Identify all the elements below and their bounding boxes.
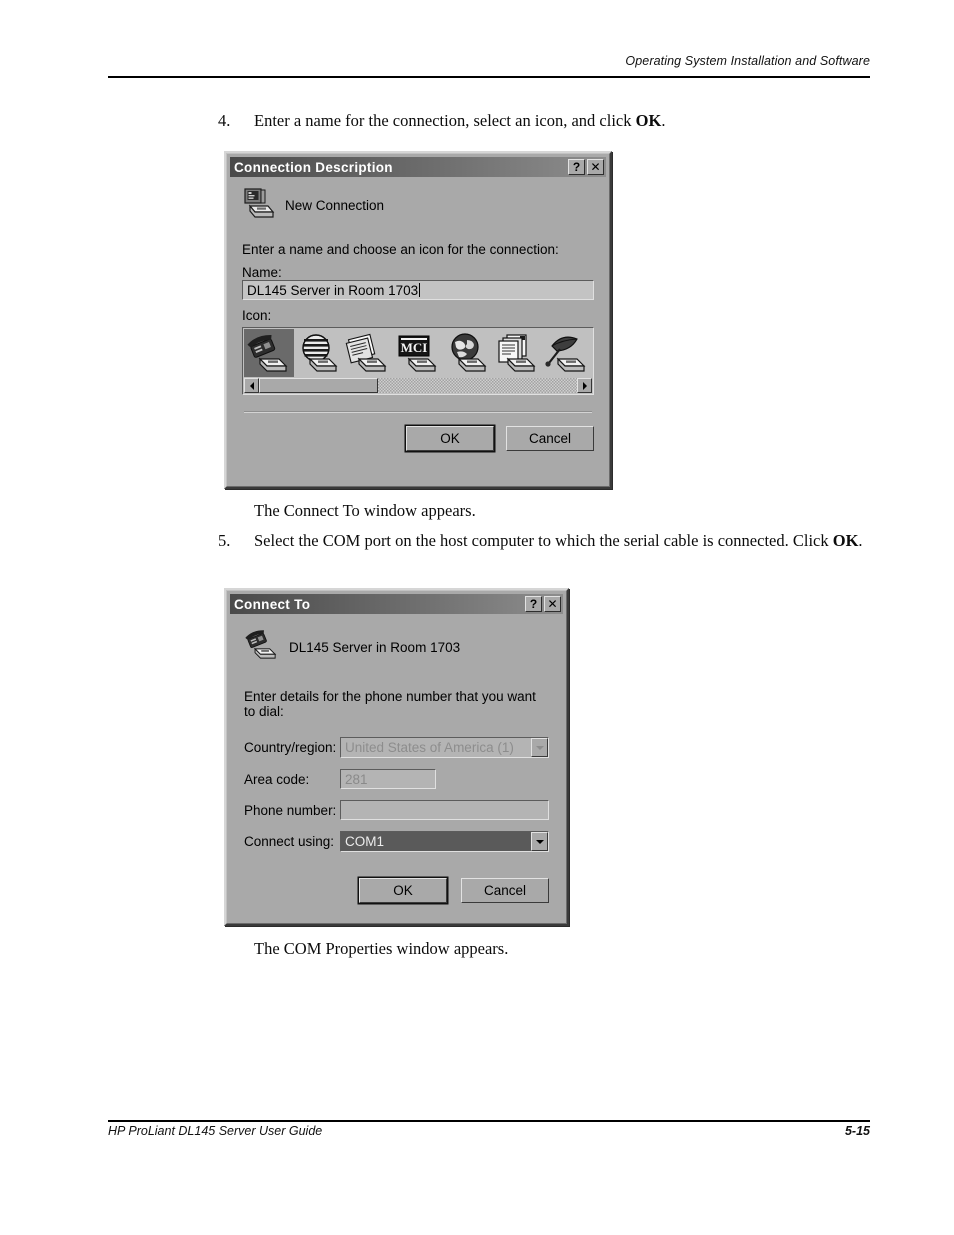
icon-option-mci-modem[interactable]: MCI [393,329,443,377]
dialog-header-row: New Connection [242,187,594,224]
connect-using-value: COM1 [341,832,531,851]
step-5-text-after: . [858,531,863,550]
footer-page-number: 5-15 [844,1124,870,1138]
telephone-modem-icon [244,628,280,667]
caption-com-properties-appears: The COM Properties window appears. [254,939,509,958]
dialog-prompt: Enter a name and choose an icon for the … [242,242,559,257]
titlebar[interactable]: Connection Description ? ✕ [230,157,606,177]
header-title: Operating System Installation and Softwa… [625,54,870,68]
country-region-combo[interactable]: United States of America (1) [340,737,549,758]
scroll-right-arrow-icon[interactable] [577,378,592,393]
step-4-number: 4. [218,111,231,130]
step-4-text: Enter a name for the connection, select … [254,110,878,131]
chevron-down-icon[interactable] [531,832,548,851]
world-network-modem-icon [451,333,487,372]
field-row-connect-using: Connect using: COM1 [244,831,549,852]
dialog-connect-to[interactable]: Connect To ? ✕ DL145 Server in Room 1703… [224,588,569,926]
footer-title: HP ProLiant DL145 Server User Guide [108,1124,323,1138]
area-code-input[interactable]: 281 [340,769,436,789]
area-code-value: 281 [345,771,368,787]
cancel-button[interactable]: Cancel [461,878,549,903]
page-footer: HP ProLiant DL145 Server User Guide 5-15 [108,1124,870,1146]
scrollbar-thumb[interactable] [259,378,378,393]
field-row-area-code: Area code: 281 [244,769,549,789]
dialog-header-label: New Connection [285,198,385,213]
telephone-modem-icon [247,334,288,372]
step-5-text-before: Select the COM port on the host computer… [254,531,833,550]
ok-button[interactable]: OK [359,878,447,903]
area-code-label: Area code: [244,771,310,787]
document-page: Operating System Installation and Softwa… [0,0,954,1235]
country-region-label: Country/region: [244,740,337,755]
dialog-header-row: DL145 Server in Room 1703 [244,628,549,667]
icon-picker-scrollbar[interactable] [244,378,592,393]
icon-picker[interactable]: MCI [242,327,594,395]
field-row-country-region: Country/region: United States of America… [244,737,549,758]
svg-text:MCI: MCI [401,340,428,355]
icon-option-satellite-dish-modem[interactable] [542,329,592,377]
step-5-bold: OK [832,531,859,550]
icon-label: Icon: [242,308,272,323]
close-button[interactable]: ✕ [544,596,561,612]
icon-option-striped-globe-modem[interactable] [294,329,344,377]
close-button[interactable]: ✕ [587,159,604,175]
help-button[interactable]: ? [568,159,585,175]
step-5-text: Select the COM port on the host computer… [254,530,878,551]
name-input-value: DL145 Server in Room 1703 [247,282,419,298]
step-4: 4. Enter a name for the connection, sele… [218,110,878,131]
step-4-text-after: . [661,111,666,130]
icon-option-papers-modem[interactable] [343,329,393,377]
step-4-bold: OK [635,111,662,130]
striped-globe-modem-icon [301,334,338,372]
field-row-phone-number: Phone number: [244,800,549,820]
step-5: 5. Select the COM port on the host compu… [218,530,878,551]
dialog-title: Connect To [234,596,311,612]
titlebar[interactable]: Connect To ? ✕ [230,594,563,614]
scroll-left-arrow-icon[interactable] [244,378,259,393]
icon-option-documents-modem[interactable] [493,329,543,377]
name-label: Name: [242,265,282,280]
step-4-text-before: Enter a name for the connection, select … [254,111,636,130]
text-caret [419,283,421,297]
ok-button[interactable]: OK [406,426,494,451]
chevron-down-icon[interactable] [531,738,548,757]
footer-rule [108,1120,870,1122]
icon-option-world-network-modem[interactable] [443,329,493,377]
help-button[interactable]: ? [525,596,542,612]
scrollbar-track[interactable] [378,378,577,393]
dialog-connection-description[interactable]: Connection Description ? ✕ New Connectio… [224,151,612,489]
caption-connect-to-appears: The Connect To window appears. [254,501,476,520]
phone-number-label: Phone number: [244,802,337,818]
divider [244,411,592,413]
name-input[interactable]: DL145 Server in Room 1703 [242,280,594,300]
connect-using-label: Connect using: [244,834,335,849]
icon-option-telephone-modem[interactable] [244,329,294,377]
documents-modem-icon [498,334,536,372]
cancel-button[interactable]: Cancel [506,426,594,451]
dialog-prompt: Enter details for the phone number that … [244,689,536,719]
papers-modem-icon [345,333,387,372]
header-rule [108,76,870,78]
step-5-number: 5. [218,531,231,550]
connect-using-combo[interactable]: COM1 [340,831,549,852]
dialog-title: Connection Description [234,159,393,175]
phone-number-input[interactable] [340,800,549,820]
dialog-header-label: DL145 Server in Room 1703 [289,640,461,655]
computer-modem-icon [242,187,276,224]
country-region-value: United States of America (1) [345,740,514,755]
mci-logo-modem-icon: MCI [398,335,437,372]
satellite-dish-modem-icon [545,336,586,372]
